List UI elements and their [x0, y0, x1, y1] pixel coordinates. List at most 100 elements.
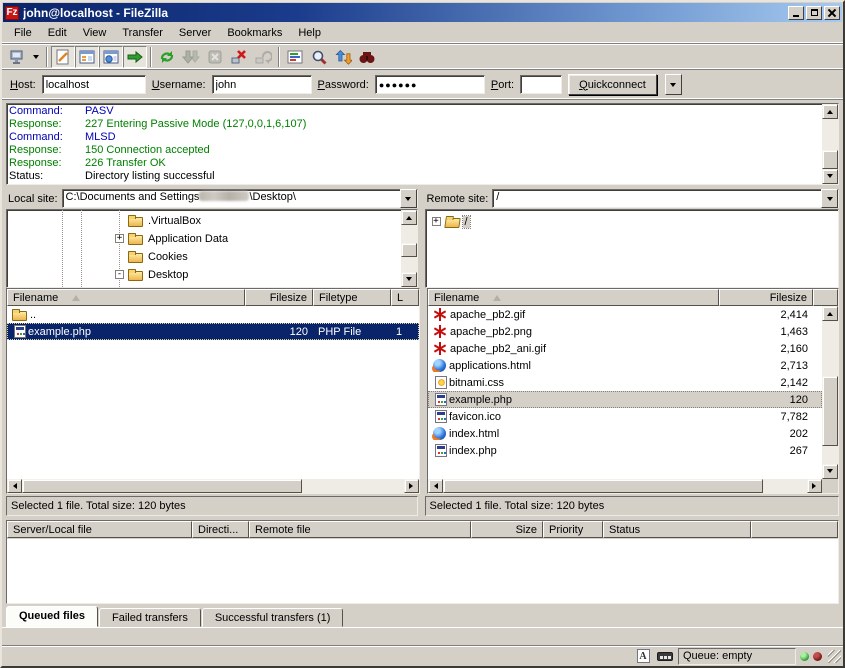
tree-item-desktop[interactable]: - Desktop: [115, 266, 190, 283]
local-site-combo[interactable]: C:\Documents and Settings\Desktop\: [62, 189, 418, 208]
remote-file-row[interactable]: apache_pb2.gif 2,414: [428, 306, 822, 323]
tab-failed-transfers[interactable]: Failed transfers: [99, 608, 201, 627]
synchronized-browsing-button[interactable]: [331, 46, 355, 68]
tree-expander-plus[interactable]: +: [115, 234, 124, 243]
local-horizontal-scrollbar[interactable]: [7, 479, 419, 493]
tab-successful-transfers[interactable]: Successful transfers (1): [202, 608, 344, 627]
scroll-down-button[interactable]: [822, 169, 838, 184]
disconnect-button[interactable]: [227, 46, 251, 68]
spacer: [2, 627, 843, 645]
quickconnect-button[interactable]: Quickconnect: [568, 74, 657, 95]
scroll-right-button[interactable]: [404, 479, 419, 493]
column-header-filename[interactable]: Filename: [428, 289, 719, 306]
close-button[interactable]: [824, 6, 840, 20]
refresh-button[interactable]: [155, 46, 179, 68]
menu-edit[interactable]: Edit: [40, 25, 75, 41]
column-header-priority[interactable]: Priority: [543, 521, 603, 538]
remote-site-dropdown-button[interactable]: [821, 189, 838, 208]
local-site-dropdown-button[interactable]: [400, 189, 417, 208]
scrollbar-thumb[interactable]: [22, 479, 302, 493]
remote-site-combo[interactable]: /: [492, 189, 839, 208]
scroll-right-button[interactable]: [807, 479, 822, 493]
local-file-row-selected[interactable]: example.php 120 PHP File 1: [7, 323, 419, 340]
remote-vertical-scrollbar[interactable]: [822, 306, 838, 479]
remote-file-row[interactable]: index.html 202: [428, 425, 822, 442]
toggle-message-log-button[interactable]: [51, 46, 75, 68]
log-vertical-scrollbar[interactable]: [822, 104, 838, 184]
find-files-button[interactable]: [355, 46, 379, 68]
maximize-icon: [811, 9, 818, 16]
process-queue-icon: [182, 49, 200, 65]
cancel-operation-button[interactable]: [203, 46, 227, 68]
column-header-remote-file[interactable]: Remote file: [249, 521, 471, 538]
scroll-up-button[interactable]: [822, 104, 838, 119]
remote-file-row[interactable]: apache_pb2.png 1,463: [428, 323, 822, 340]
remote-horizontal-scrollbar[interactable]: [428, 479, 822, 493]
tree-item-cookies[interactable]: Cookies: [115, 248, 190, 265]
scroll-left-button[interactable]: [7, 479, 22, 493]
port-input[interactable]: [520, 75, 562, 94]
menu-file[interactable]: File: [6, 25, 40, 41]
remote-file-row[interactable]: applications.html 2,713: [428, 357, 822, 374]
column-header-status[interactable]: Status: [603, 521, 751, 538]
maximize-button[interactable]: [806, 6, 822, 20]
remote-tree-icon: [102, 49, 120, 65]
toggle-local-tree-button[interactable]: [75, 46, 99, 68]
quickconnect-dropdown-button[interactable]: [665, 74, 682, 95]
directory-filters-button[interactable]: [283, 46, 307, 68]
remote-file-row-selected[interactable]: example.php 120: [428, 391, 822, 408]
column-header-server-local-file[interactable]: Server/Local file: [7, 521, 192, 538]
remote-file-row[interactable]: apache_pb2_ani.gif 2,160: [428, 340, 822, 357]
filter-icon: [286, 49, 304, 65]
menu-bookmarks[interactable]: Bookmarks: [219, 25, 290, 41]
column-header-filename[interactable]: Filename: [7, 289, 245, 306]
toggle-transfer-queue-button[interactable]: [123, 46, 147, 68]
toolbar-separator: [46, 47, 48, 67]
process-queue-button[interactable]: [179, 46, 203, 68]
remote-file-row[interactable]: favicon.ico 7,782: [428, 408, 822, 425]
column-header-filesize[interactable]: Filesize: [719, 289, 813, 306]
local-file-row-up[interactable]: ..: [7, 306, 419, 323]
password-input[interactable]: [375, 75, 485, 94]
scroll-down-button[interactable]: [401, 272, 417, 287]
reconnect-button[interactable]: [251, 46, 275, 68]
scrollbar-thumb[interactable]: [822, 150, 838, 169]
scroll-up-button[interactable]: [822, 306, 838, 321]
resize-grip[interactable]: [828, 650, 841, 663]
scroll-left-button[interactable]: [428, 479, 443, 493]
menu-help[interactable]: Help: [290, 25, 329, 41]
site-manager-icon: [8, 49, 26, 65]
tree-expander-plus[interactable]: +: [432, 217, 441, 226]
menu-view[interactable]: View: [75, 25, 115, 41]
quickconnect-bar: Host: Username: Password: Port: Quickcon…: [2, 70, 843, 100]
log-line: Response:150 Connection accepted: [9, 144, 820, 157]
tab-queued-files[interactable]: Queued files: [6, 606, 98, 627]
local-tree-scrollbar[interactable]: [401, 210, 417, 287]
column-header-filesize[interactable]: Filesize: [245, 289, 313, 306]
minimize-button[interactable]: [788, 6, 804, 20]
column-header-filetype[interactable]: Filetype: [313, 289, 391, 306]
site-manager-dropdown-button[interactable]: [29, 46, 43, 68]
directory-comparison-button[interactable]: [307, 46, 331, 68]
column-header-size[interactable]: Size: [471, 521, 543, 538]
host-input[interactable]: [42, 75, 146, 94]
scrollbar-thumb[interactable]: [443, 479, 763, 493]
site-manager-button[interactable]: [5, 46, 29, 68]
remote-file-row[interactable]: bitnami.css 2,142: [428, 374, 822, 391]
tree-item-virtualbox[interactable]: .VirtualBox: [115, 212, 203, 229]
scroll-down-button[interactable]: [822, 464, 838, 479]
remote-file-row[interactable]: index.php 267: [428, 442, 822, 459]
tree-item-root[interactable]: + /: [432, 213, 470, 230]
menu-transfer[interactable]: Transfer: [114, 25, 171, 41]
toggle-remote-tree-button[interactable]: [99, 46, 123, 68]
column-header-direction[interactable]: Directi...: [192, 521, 249, 538]
username-input[interactable]: [212, 75, 312, 94]
tree-expander-minus[interactable]: -: [115, 270, 124, 279]
scrollbar-thumb[interactable]: [822, 376, 838, 446]
transfer-queue: Server/Local file Directi... Remote file…: [6, 520, 839, 604]
column-header-lastmodified[interactable]: L: [391, 289, 419, 306]
scroll-up-button[interactable]: [401, 210, 417, 225]
tree-item-application-data[interactable]: + Application Data: [115, 230, 230, 247]
scrollbar-thumb[interactable]: [401, 243, 417, 257]
menu-server[interactable]: Server: [171, 25, 219, 41]
